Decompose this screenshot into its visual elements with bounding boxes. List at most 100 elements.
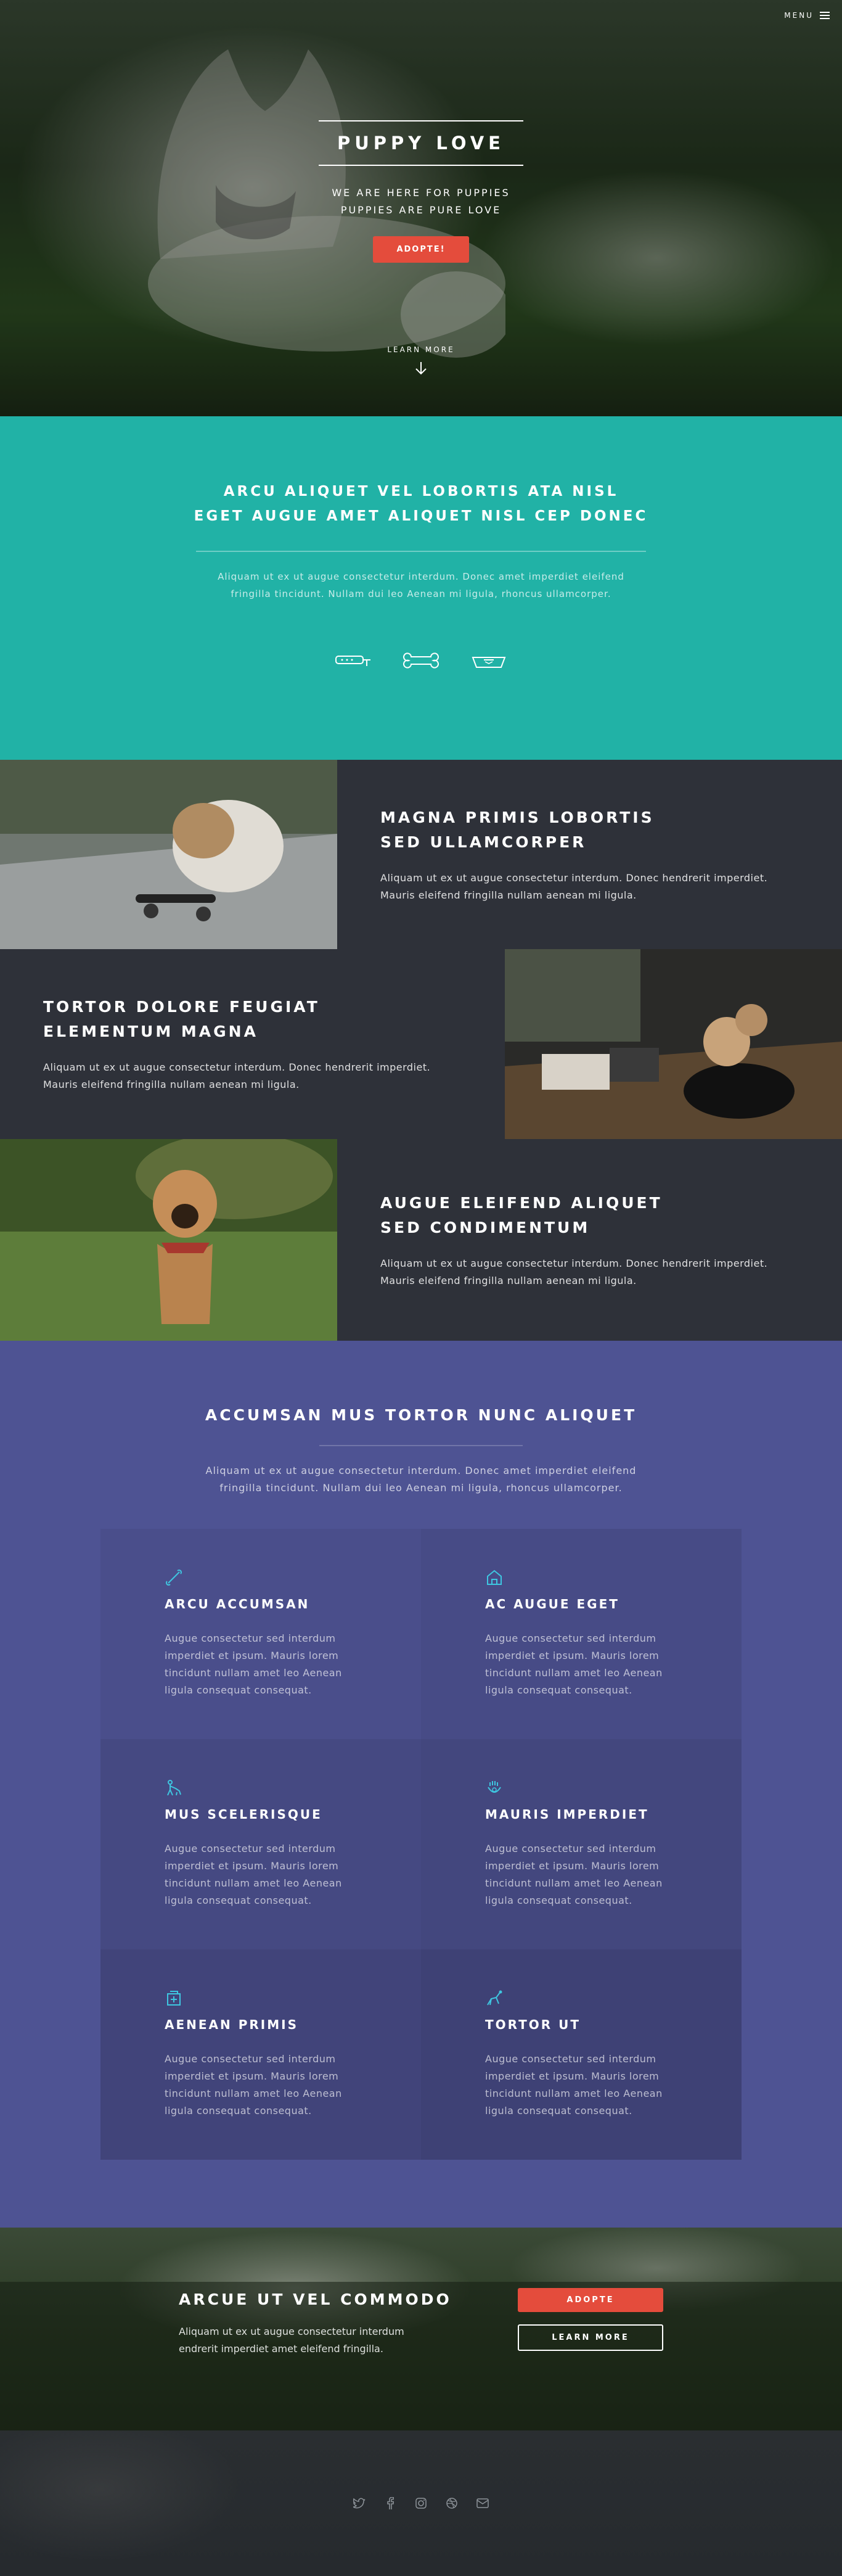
feature-body-line: tincidunt nullam amet leo Aenean (485, 2088, 663, 2099)
feature-body-line: imperdiet et ipsum. Mauris lorem (165, 1860, 339, 1872)
learn-more-button[interactable]: LEARN MORE (518, 2324, 663, 2351)
cta-content: ARCUE UT VEL COMMODO Aliquam ut ex ut au… (179, 2288, 663, 2358)
cta-section: ARCUE UT VEL COMMODO Aliquam ut ex ut au… (0, 2228, 842, 2430)
spotlight-body-line: Aliquam ut ex ut augue consectetur inter… (380, 1257, 768, 1269)
cta-heading: ARCUE UT VEL COMMODO (179, 2290, 452, 2308)
feature-body-line: imperdiet et ipsum. Mauris lorem (165, 2070, 339, 2082)
adopt-button[interactable]: ADOPTE (518, 2288, 663, 2312)
features-heading: ACCUMSAN MUS TORTOR NUNC ALIQUET (205, 1406, 637, 1424)
footer (0, 2430, 842, 2576)
menu-label: MENU (784, 11, 814, 20)
bone-icon (401, 651, 441, 670)
intro-icons (0, 651, 842, 670)
feature-body-line: ligula consequat consequat. (165, 1895, 312, 1906)
cta-text: ARCUE UT VEL COMMODO Aliquam ut ex ut au… (179, 2288, 468, 2358)
feature-body-line: ligula consequat consequat. (165, 1684, 312, 1696)
feature-title: ARCU ACCUMSAN (165, 1597, 310, 1611)
intro-section: ARCU ALIQUET VEL LOBORTIS ATA NISL EGET … (0, 416, 842, 760)
divider (319, 1445, 523, 1446)
spotlight-heading-line: SED CONDIMENTUM (380, 1218, 591, 1237)
spotlight-heading-line: TORTOR DOLORE FEUGIAT (43, 998, 320, 1016)
feature-body: Augue consectetur sed interdum imperdiet… (165, 1630, 357, 1699)
spotlight-body-line: Aliquam ut ex ut augue consectetur inter… (380, 871, 768, 884)
features-section: ACCUMSAN MUS TORTOR NUNC ALIQUET Aliquam… (0, 1341, 842, 2228)
feature-body-line: ligula consequat consequat. (165, 2105, 312, 2117)
cta-body-line: Aliquam ut ex ut augue consectetur inter… (179, 2326, 404, 2337)
spotlight-text: TORTOR DOLORE FEUGIAT ELEMENTUM MAGNA Al… (0, 949, 505, 1139)
dog-jump-icon (485, 1989, 677, 2007)
cta-body-line: endrerit imperdiet amet eleifend fringil… (179, 2343, 383, 2355)
spotlight-body-line: Mauris eleifend fringilla nullam aenean … (380, 1274, 637, 1286)
email-icon[interactable] (475, 2496, 490, 2511)
feature-body-line: tincidunt nullam amet leo Aenean (165, 1667, 342, 1679)
hero-subtitle: WE ARE HERE FOR PUPPIES PUPPIES ARE PURE… (0, 184, 842, 219)
feature-body-line: Augue consectetur sed interdum (165, 1843, 336, 1854)
feature-body-line: tincidunt nullam amet leo Aenean (165, 2088, 342, 2099)
feature-card: AENEAN PRIMIS Augue consectetur sed inte… (100, 1949, 421, 2160)
spotlight-heading-line: MAGNA PRIMIS LOBORTIS (380, 808, 655, 826)
feature-card: TORTOR UT Augue consectetur sed interdum… (421, 1949, 742, 2160)
cta-body: Aliquam ut ex ut augue consectetur inter… (179, 2323, 468, 2358)
feature-body-line: ligula consequat consequat. (485, 1895, 632, 1906)
menu-button[interactable]: MENU (784, 11, 830, 20)
feature-title: MUS SCELERISQUE (165, 1807, 322, 1822)
spotlight-heading-line: AUGUE ELEIFEND ALIQUET (380, 1193, 663, 1212)
divider (196, 551, 646, 552)
feature-body-line: tincidunt nullam amet leo Aenean (485, 1667, 663, 1679)
dog-walk-icon (165, 1779, 357, 1797)
hero-content: PUPPY LOVE WE ARE HERE FOR PUPPIES PUPPI… (0, 120, 842, 263)
feature-body-line: Augue consectetur sed interdum (165, 2053, 336, 2065)
dribbble-icon[interactable] (444, 2496, 459, 2511)
spotlight-heading: TORTOR DOLORE FEUGIAT ELEMENTUM MAGNA (43, 995, 462, 1044)
spotlight-body-line: Mauris eleifend fringilla nullam aenean … (380, 889, 637, 901)
feature-body: Augue consectetur sed interdum imperdiet… (165, 1840, 357, 1909)
intro-heading-line: ARCU ALIQUET VEL LOBORTIS ATA NISL (223, 484, 619, 500)
dog-house-icon (485, 1568, 677, 1587)
hero-subtitle-line: PUPPIES ARE PURE LOVE (340, 204, 502, 216)
twitter-icon[interactable] (352, 2496, 367, 2511)
feature-body-line: ligula consequat consequat. (485, 1684, 632, 1696)
hero-section: MENU PUPPY LOVE WE ARE HERE FOR PUPPIES … (0, 0, 842, 416)
feature-body-line: Augue consectetur sed interdum (485, 1632, 656, 1644)
feature-body-line: Augue consectetur sed interdum (165, 1632, 336, 1644)
hero-title: PUPPY LOVE (319, 120, 523, 166)
adopt-button[interactable]: ADOPTE! (373, 236, 469, 263)
feature-title: MAURIS IMPERDIET (485, 1807, 649, 1822)
learn-more-label: LEARN MORE (387, 345, 455, 354)
spotlight-3: AUGUE ELEIFEND ALIQUET SED CONDIMENTUM A… (0, 1139, 842, 1341)
spotlight-body: Aliquam ut ex ut augue consectetur inter… (43, 1059, 462, 1093)
spotlight-body-line: Aliquam ut ex ut augue consectetur inter… (43, 1061, 431, 1073)
vet-clinic-icon (165, 1989, 357, 2007)
spotlight-heading-line: SED ULLAMCORPER (380, 833, 587, 851)
pug-laptop-photo (505, 949, 842, 1139)
spotlight-heading: AUGUE ELEIFEND ALIQUET SED CONDIMENTUM (380, 1191, 799, 1240)
instagram-icon[interactable] (414, 2496, 428, 2511)
collar-icon (333, 651, 373, 670)
intro-body-line: Aliquam ut ex ut augue consectetur inter… (218, 571, 624, 582)
feature-body-line: tincidunt nullam amet leo Aenean (165, 1877, 342, 1889)
spotlight-text: MAGNA PRIMIS LOBORTIS SED ULLAMCORPER Al… (337, 760, 842, 949)
hero-subtitle-line: WE ARE HERE FOR PUPPIES (332, 187, 510, 199)
bulldog-skateboard-photo (0, 760, 337, 949)
feature-title: TORTOR UT (485, 2017, 581, 2032)
spotlight-text: AUGUE ELEIFEND ALIQUET SED CONDIMENTUM A… (337, 1139, 842, 1341)
feature-body: Augue consectetur sed interdum imperdiet… (165, 2051, 357, 2120)
features-lead-line: Aliquam ut ex ut augue consectetur inter… (205, 1465, 637, 1476)
features-grid: ARCU ACCUMSAN Augue consectetur sed inte… (100, 1529, 742, 2160)
feature-card: MAURIS IMPERDIET Augue consectetur sed i… (421, 1739, 742, 1949)
feature-body-line: imperdiet et ipsum. Mauris lorem (485, 1860, 660, 1872)
arrow-down-icon (0, 361, 842, 377)
feature-title: AENEAN PRIMIS (165, 2017, 298, 2032)
spotlight-body: Aliquam ut ex ut augue consectetur inter… (380, 870, 799, 904)
feature-body-line: imperdiet et ipsum. Mauris lorem (165, 1650, 339, 1661)
features-lead-line: fringilla tincidunt. Nullam dui leo Aene… (219, 1482, 623, 1494)
spotlight-body-line: Mauris eleifend fringilla nullam aenean … (43, 1079, 300, 1090)
learn-more-link[interactable]: LEARN MORE (0, 345, 842, 377)
facebook-icon[interactable] (383, 2496, 398, 2511)
feature-card: ARCU ACCUMSAN Augue consectetur sed inte… (100, 1529, 421, 1739)
social-links (352, 2496, 490, 2511)
puppy-grass-photo (0, 1139, 337, 1341)
intro-body: Aliquam ut ex ut augue consectetur inter… (205, 568, 637, 603)
feature-body-line: tincidunt nullam amet leo Aenean (485, 1877, 663, 1889)
spotlight-heading: MAGNA PRIMIS LOBORTIS SED ULLAMCORPER (380, 805, 799, 855)
